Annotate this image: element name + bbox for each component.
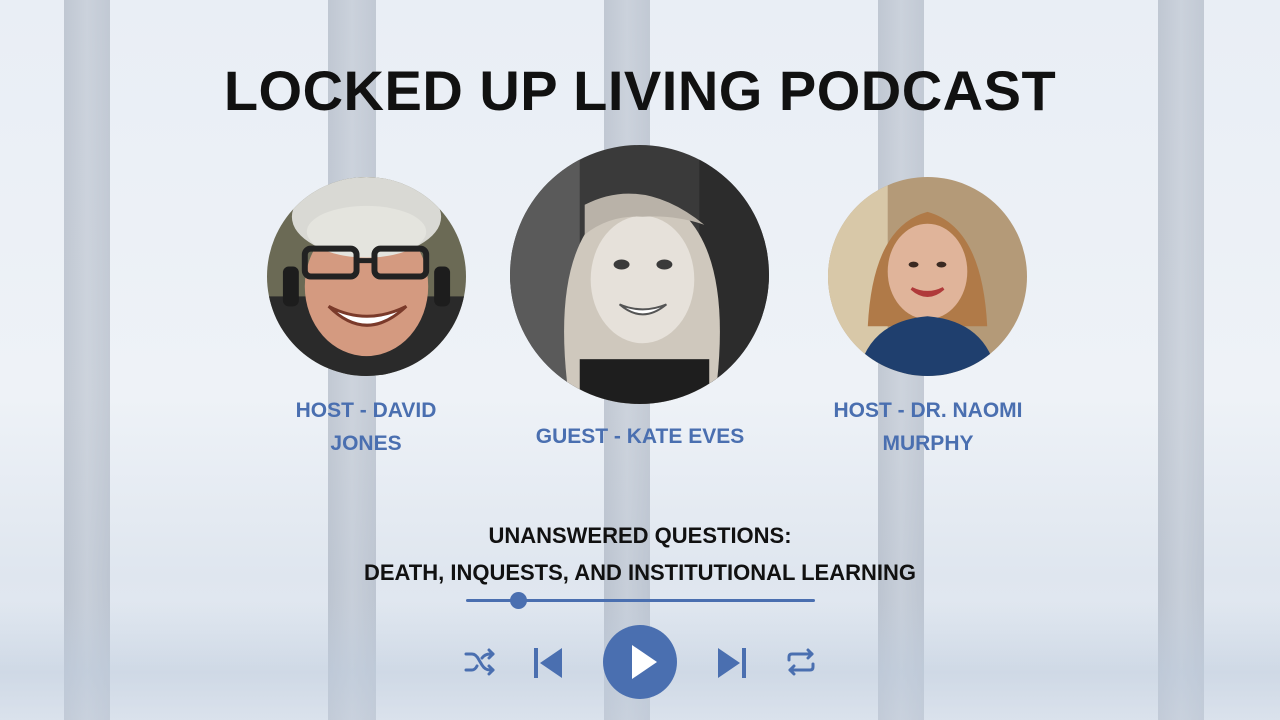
skip-previous-icon[interactable] bbox=[534, 648, 562, 678]
guest-kate-eves-avatar bbox=[510, 145, 769, 404]
host-naomi-murphy-avatar bbox=[828, 177, 1027, 376]
podcast-title: LOCKED UP LIVING PODCAST bbox=[223, 59, 1057, 122]
repeat-icon[interactable] bbox=[786, 648, 816, 676]
caption-line: MURPHY bbox=[882, 432, 974, 455]
caption-line: GUEST - KATE EVES bbox=[535, 425, 745, 448]
caption-line: JONES bbox=[330, 432, 402, 455]
host-david-jones-caption: HOST - DAVID JONES bbox=[256, 394, 476, 460]
episode-title-line-2: DEATH, INQUESTS, AND INSTITUTIONAL LEARN… bbox=[363, 560, 917, 585]
progress-knob[interactable] bbox=[509, 592, 527, 609]
play-icon bbox=[632, 645, 657, 679]
host-david-jones-avatar bbox=[267, 177, 466, 376]
play-button[interactable] bbox=[603, 625, 677, 699]
host-naomi-murphy-caption: HOST - DR. NAOMI MURPHY bbox=[798, 394, 1058, 460]
episode-title-line-1: UNANSWERED QUESTIONS: bbox=[488, 523, 792, 548]
caption-line: HOST - DAVID bbox=[295, 399, 437, 422]
skip-next-icon[interactable] bbox=[718, 648, 746, 678]
episode-title: UNANSWERED QUESTIONS: DEATH, INQUESTS, A… bbox=[0, 517, 1280, 591]
guest-kate-eves-caption: GUEST - KATE EVES bbox=[500, 420, 780, 453]
caption-line: HOST - DR. NAOMI bbox=[833, 399, 1023, 422]
shuffle-icon[interactable] bbox=[464, 648, 496, 676]
